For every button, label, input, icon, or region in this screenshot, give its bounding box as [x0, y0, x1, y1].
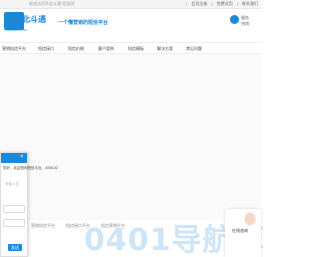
nav-item-templates[interactable]: 短信模板	[128, 46, 144, 52]
contact-link[interactable]: 联系我们	[242, 1, 258, 6]
chat-field[interactable]	[3, 219, 25, 227]
main-nav: 营销短信平台 短信接口 短信价格 客户案例 短信模板 解决方案 常见问题	[0, 42, 261, 54]
avatar	[244, 212, 256, 226]
chat-field[interactable]	[3, 205, 25, 213]
close-icon[interactable]: ×	[20, 154, 24, 160]
logo-subtitle: HUABEIDOUTONG	[5, 29, 28, 32]
nav-item-sms-api[interactable]: 短信接口	[38, 46, 54, 52]
logo-text: 北斗通	[22, 15, 46, 24]
nav-item-cases[interactable]: 客户案例	[98, 46, 114, 52]
top-bar: 欢迎访问华北斗通·短信网 | 会员注册 | 免费试用 | 联系我们	[0, 0, 261, 9]
nav-item-faq[interactable]: 常见问题	[186, 46, 202, 52]
contact-card[interactable]: 在线咨询	[225, 209, 261, 257]
chat-input[interactable]: 请输入您	[5, 182, 19, 187]
top-links: | 会员注册 | 免费试用 | 联系我们	[183, 1, 258, 7]
slogan: 一个懂营销的短信平台	[58, 20, 109, 26]
nav-item-pricing[interactable]: 短信价格	[68, 46, 84, 52]
chat-header: ×	[1, 153, 27, 163]
send-button[interactable]: 发送	[8, 244, 22, 251]
hotline-value: 热线：	[241, 21, 253, 26]
contact-label: 在线咨询	[232, 228, 248, 233]
logo[interactable]	[4, 12, 24, 30]
chat-message: 您好，欢迎咨询短信平台，4008-92	[3, 166, 58, 170]
hotline-text: 服务 热线：	[241, 15, 253, 27]
chat-panel: × 您好，欢迎咨询短信平台，4008-92 请输入您	[0, 152, 58, 257]
phone-icon	[230, 15, 239, 24]
register-link[interactable]: 会员注册	[191, 1, 207, 6]
footer-link-sms-platform[interactable]: 营销短信平台	[31, 223, 55, 229]
nav-item-sms-platform[interactable]: 营销短信平台	[2, 46, 26, 52]
welcome-text: 欢迎访问华北斗通·短信网	[29, 1, 75, 6]
banner-area	[0, 54, 261, 220]
nav-item-solutions[interactable]: 解决方案	[157, 46, 173, 52]
free-trial-link[interactable]: 免费试用	[217, 1, 233, 6]
top-divider: |	[236, 1, 238, 6]
top-divider: |	[211, 1, 213, 6]
top-divider: |	[186, 1, 188, 6]
